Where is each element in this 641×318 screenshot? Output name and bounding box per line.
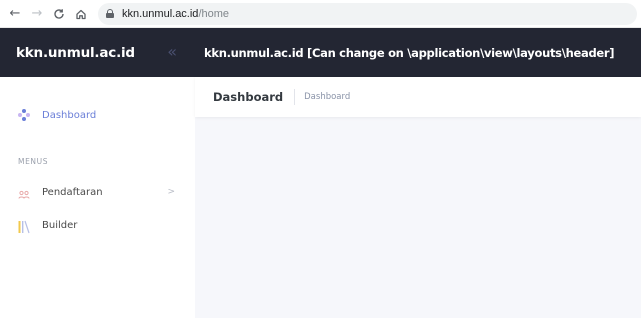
header-title: kkn.unmul.ac.id [Can change on \applicat… — [204, 45, 615, 60]
main-content: Dashboard Dashboard — [195, 77, 641, 318]
address-bar[interactable]: kkn.unmul.ac.id/home — [98, 2, 637, 25]
url-host: kkn.unmul.ac.id — [122, 7, 199, 20]
reload-icon[interactable] — [50, 5, 68, 23]
sidebar-item-dashboard[interactable]: Dashboard — [0, 104, 195, 126]
page-header: Dashboard Dashboard — [195, 77, 641, 117]
brand-name: kkn.unmul.ac.id — [16, 44, 135, 61]
dashboard-icon — [18, 109, 30, 121]
breadcrumb[interactable]: Dashboard — [304, 92, 350, 102]
forward-icon[interactable]: → — [28, 5, 46, 23]
chevron-right-icon: > — [167, 187, 175, 197]
sidebar-item-pendaftaran[interactable]: Pendaftaran > — [0, 181, 195, 203]
users-icon — [18, 186, 30, 199]
sidebar-item-builder[interactable]: Builder — [0, 214, 195, 236]
divider — [294, 89, 296, 105]
sidebar-collapse-icon[interactable]: « — [167, 43, 177, 61]
url-path: /home — [198, 7, 230, 20]
lock-icon — [106, 9, 114, 18]
home-icon[interactable] — [72, 5, 90, 23]
brand[interactable]: kkn.unmul.ac.id « — [0, 28, 195, 77]
sidebar: Dashboard MENUS Pendaftaran > Builder — [0, 77, 195, 318]
sidebar-item-label: Dashboard — [42, 109, 97, 121]
app-header: kkn.unmul.ac.id « kkn.unmul.ac.id [Can c… — [0, 28, 641, 77]
browser-toolbar: ← → kkn.unmul.ac.id/home — [0, 0, 641, 28]
sidebar-item-label: Builder — [42, 219, 78, 231]
builder-icon — [18, 219, 30, 234]
sidebar-item-label: Pendaftaran — [42, 186, 103, 198]
back-icon[interactable]: ← — [6, 5, 24, 23]
section-label: MENUS — [18, 157, 49, 166]
page-title: Dashboard — [213, 90, 284, 104]
